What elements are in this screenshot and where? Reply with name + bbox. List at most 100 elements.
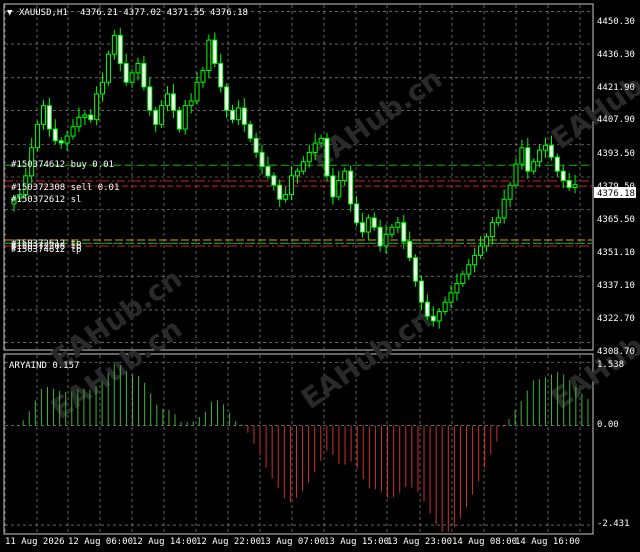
candle-body[interactable]	[442, 301, 448, 313]
order-label-buy[interactable]: #150374612 buy 0.01	[11, 160, 114, 170]
candle-body[interactable]	[64, 135, 70, 144]
candle-body[interactable]	[259, 151, 265, 167]
candle-body[interactable]	[377, 226, 383, 247]
candle-body[interactable]	[501, 198, 507, 219]
candle-body[interactable]	[525, 147, 531, 172]
chart-menu-arrow[interactable]: ▼	[7, 8, 13, 18]
candle-body[interactable]	[483, 236, 489, 247]
candle-body[interactable]	[548, 144, 554, 158]
candle-body[interactable]	[176, 109, 182, 130]
candle-body[interactable]	[489, 222, 495, 238]
candle-body[interactable]	[401, 222, 407, 242]
candle-body[interactable]	[229, 109, 235, 121]
candle-body[interactable]	[418, 280, 424, 303]
candle-body[interactable]	[111, 34, 117, 55]
candle-body[interactable]	[336, 180, 342, 198]
candle-body[interactable]	[218, 63, 224, 88]
candle-body[interactable]	[330, 175, 336, 198]
candle-body[interactable]	[40, 105, 46, 125]
candle-body[interactable]	[188, 100, 194, 107]
candle-body[interactable]	[460, 273, 466, 284]
candle-body[interactable]	[200, 70, 206, 83]
candle-body[interactable]	[135, 63, 141, 74]
candle-body[interactable]	[153, 109, 159, 125]
candle-body[interactable]	[182, 105, 188, 130]
candle-body[interactable]	[271, 175, 277, 186]
candle-body[interactable]	[554, 156, 560, 172]
candle-body[interactable]	[354, 203, 360, 224]
candle-body[interactable]	[58, 140, 64, 144]
candle-body[interactable]	[76, 116, 82, 128]
candle-body[interactable]	[395, 222, 401, 228]
candle-body[interactable]	[88, 114, 94, 121]
candle-body[interactable]	[348, 170, 354, 205]
candle-body[interactable]	[407, 240, 413, 259]
candle-body[interactable]	[389, 226, 395, 235]
candle-body[interactable]	[466, 264, 472, 275]
candle-body[interactable]	[194, 81, 200, 102]
candle-body[interactable]	[371, 217, 377, 228]
candle-body[interactable]	[283, 194, 289, 200]
candle-body[interactable]	[52, 128, 58, 142]
candle-body[interactable]	[123, 63, 129, 83]
candle-body[interactable]	[566, 180, 572, 189]
candle-body[interactable]	[129, 72, 135, 83]
candle-body[interactable]	[277, 184, 283, 200]
candle-body[interactable]	[70, 126, 76, 137]
candle-body[interactable]	[342, 170, 348, 182]
candle-body[interactable]	[141, 63, 147, 88]
candle-body[interactable]	[507, 184, 513, 200]
candle-body[interactable]	[365, 217, 371, 233]
candle-body[interactable]	[170, 93, 176, 111]
candle-body[interactable]	[312, 142, 318, 153]
candle-body[interactable]	[531, 161, 537, 172]
candle-body[interactable]	[241, 107, 247, 125]
candle-body[interactable]	[572, 184, 578, 189]
candle-body[interactable]	[253, 137, 259, 153]
candle-body[interactable]	[454, 282, 460, 294]
candle-body[interactable]	[117, 34, 123, 65]
candle-body[interactable]	[430, 315, 436, 322]
candle-body[interactable]	[265, 165, 271, 177]
candle-body[interactable]	[318, 137, 324, 144]
candle-body[interactable]	[159, 105, 165, 125]
candle-body[interactable]	[165, 93, 171, 107]
candle-body[interactable]	[478, 245, 484, 256]
candle-body[interactable]	[383, 233, 389, 247]
candle-body[interactable]	[35, 123, 41, 149]
trading-chart[interactable]: EAHub.cnEAHub.cn EAHub.cnEAHub.cnEAHub.cn…	[0, 0, 640, 552]
candle-body[interactable]	[543, 144, 549, 151]
candle-body[interactable]	[495, 217, 501, 224]
candle-body[interactable]	[537, 149, 543, 163]
candle-body[interactable]	[560, 170, 566, 182]
candle-body[interactable]	[212, 39, 218, 65]
candle-body[interactable]	[436, 311, 442, 322]
candle-body[interactable]	[424, 301, 430, 317]
candle-body[interactable]	[94, 93, 100, 121]
candle-body[interactable]	[519, 147, 525, 165]
candle-body[interactable]	[224, 86, 230, 111]
candle-body[interactable]	[105, 53, 111, 83]
candle-body[interactable]	[324, 137, 330, 177]
candle-body[interactable]	[289, 175, 295, 196]
candle-body[interactable]	[448, 292, 454, 303]
candle-body[interactable]	[472, 254, 478, 266]
candle-body[interactable]	[247, 123, 253, 139]
order-label-sell[interactable]: #150372308 sell 0.01	[11, 183, 119, 193]
candle-body[interactable]	[306, 151, 312, 163]
candle-body[interactable]	[235, 107, 241, 121]
candle-body[interactable]	[359, 222, 365, 233]
candle-body[interactable]	[206, 39, 212, 72]
order-label-tp-3[interactable]: #150374612 tp	[11, 245, 81, 255]
candle-body[interactable]	[513, 163, 519, 186]
candle-body[interactable]	[46, 105, 52, 130]
time-axis[interactable]: 11 Aug 2026 12 Aug 06:00 12 Aug 14:00 12…	[5, 537, 580, 547]
candle-body[interactable]	[147, 86, 153, 111]
candlesticks[interactable]	[11, 27, 578, 329]
candle-body[interactable]	[413, 257, 419, 282]
candle-body[interactable]	[294, 170, 300, 177]
candle-body[interactable]	[100, 81, 106, 95]
candle-body[interactable]	[82, 114, 88, 118]
candle-body[interactable]	[300, 161, 306, 172]
order-label-sl[interactable]: #150372612 sl	[11, 195, 81, 205]
